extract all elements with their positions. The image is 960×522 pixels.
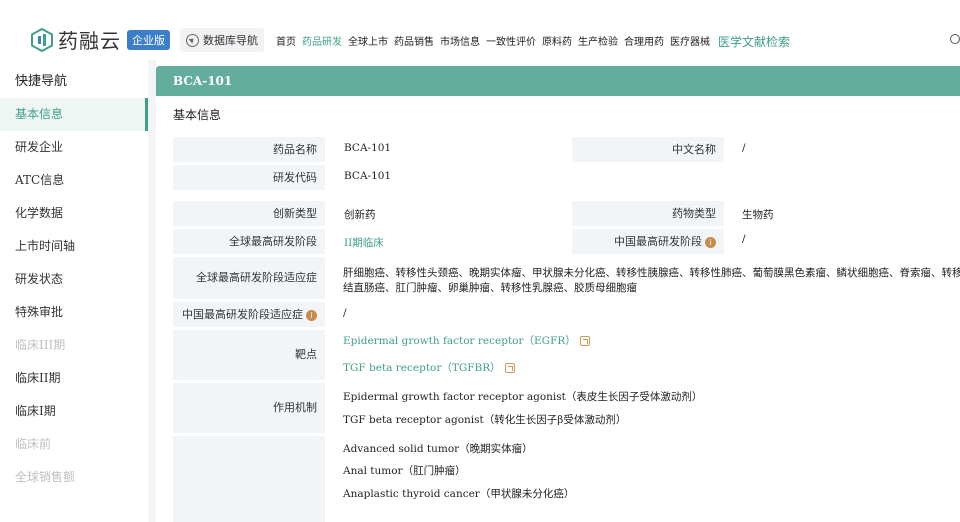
sidebar-item-rd-company[interactable]: 研发企业 [0,131,148,164]
sidebar-item-phase3: 临床III期 [15,338,66,352]
menu-item-consistency[interactable]: 一致性评价 [486,33,536,50]
target-tgfbr-text[interactable]: TGF beta receptor（TGFBR） [343,362,501,374]
global-stage-value[interactable]: II期临床 [338,235,384,250]
sidebar-item-rd-status[interactable]: 研发状态 [0,263,148,296]
sidebar-item-phase2[interactable]: 临床II期 [0,362,148,395]
logo-icon [30,27,54,52]
quick-nav-sidebar: 快捷导航 基本信息 研发企业 ATC信息 化学数据 上市时间轴 研发状态 特殊审… [0,60,148,522]
sidebar-item-basic-info[interactable]: 基本信息 [0,98,148,131]
china-indication-label-text: 中国最高研发阶段适应症 [182,308,303,321]
mechanism-label: 作用机制 [173,383,325,433]
menu-item-rational-use[interactable]: 合理用药 [624,33,664,50]
drug-type-value: 生物药 [742,209,774,221]
indication-item: Anaplastic thyroid cancer（甲状腺未分化癌） [343,488,575,500]
mechanism-egfr: Epidermal growth factor receptor agonist… [343,391,703,403]
database-nav-label: 数据库导航 [203,34,258,47]
sidebar-item-atc[interactable]: ATC信息 [0,164,148,197]
logo-text: 药融云 [58,29,121,53]
sidebar-item-chemistry[interactable]: 化学数据 [0,197,148,230]
cn-name-value: / [742,142,746,154]
sidebar-item-phase1[interactable]: 临床I期 [0,395,148,428]
target-label: 靶点 [173,330,325,380]
enterprise-badge: 企业版 [127,29,170,50]
cn-name-label: 中文名称 [572,137,724,162]
logo[interactable]: 药融云 企业版 [30,25,170,54]
menu-item-production[interactable]: 生产检验 [578,33,618,50]
drug-name-label: 药品名称 [173,137,325,162]
section-title: 基本信息 [173,108,222,122]
target-egfr-text[interactable]: Epidermal growth factor receptor（EGFR） [343,335,576,347]
rd-code-value: BCA-101 [344,170,392,182]
global-indication-line2: 结直肠癌、肛门肿瘤、卵巢肿瘤、转移性乳腺癌、胶质母细胞瘤 [343,282,637,294]
menu-item-drug-sales[interactable]: 药品销售 [394,33,434,50]
global-stage-label: 全球最高研发阶段 [173,229,325,254]
menu-item-market-info[interactable]: 市场信息 [440,33,480,50]
menu-item-global-launch[interactable]: 全球上市 [348,33,388,50]
china-stage-value: / [742,233,746,245]
innovation-type-value: 创新药 [344,209,376,221]
main-content: BCA-101 基本信息 药品名称 BCA-101 中文名称 / 研发代码 BC… [156,60,960,522]
menu-item-devices[interactable]: 医疗器械 [670,33,710,50]
indication-item: Advanced solid tumor（晚期实体瘤） [343,443,533,455]
drug-type-label: 药物类型 [572,201,724,226]
china-stage-label: 中国最高研发阶段 i [572,229,724,254]
china-indication-value: / [343,307,347,319]
sidebar-item-timeline[interactable]: 上市时间轴 [0,230,148,263]
drug-title-bar: BCA-101 [156,66,960,96]
menu-item-literature-search[interactable]: 医学文献检索 [718,33,790,50]
global-indication-label: 全球最高研发阶段适应症 [173,257,325,299]
top-header: 药融云 企业版 数据库导航 首页 药品研发 全球上市 药品销售 市场信息 一致性… [0,0,960,60]
indication-label-cell [173,436,325,522]
database-nav-button[interactable]: 数据库导航 [180,28,264,52]
sidebar-divider [148,60,156,522]
global-indication-line1: 肝细胞癌、转移性头颈癌、晚期实体瘤、甲状腺未分化癌、转移性胰腺癌、转移性肺癌、葡… [343,267,960,279]
indication-item: Anal tumor（肛门肿瘤） [343,465,466,477]
info-icon[interactable]: i [306,309,317,321]
target-egfr[interactable]: Epidermal growth factor receptor（EGFR） [343,333,590,348]
mechanism-tgfbr: TGF beta receptor agonist（转化生长因子β受体激动剂） [343,414,627,426]
external-link-icon[interactable] [504,363,515,373]
sidebar-title: 快捷导航 [15,74,68,89]
menu-item-home[interactable]: 首页 [276,33,296,50]
china-indication-label: 中国最高研发阶段适应症 i [173,302,325,327]
compass-icon [186,33,199,47]
target-tgfbr[interactable]: TGF beta receptor（TGFBR） [343,360,515,375]
china-stage-label-text: 中国最高研发阶段 [614,235,702,248]
menu-item-drug-rd[interactable]: 药品研发 [302,33,342,50]
top-menu: 首页 药品研发 全球上市 药品销售 市场信息 一致性评价 原料药 生产检验 合理… [276,33,796,50]
sidebar-item-preclinical: 临床前 [15,437,52,451]
info-icon[interactable]: i [705,236,716,248]
innovation-type-label: 创新类型 [173,201,325,226]
sidebar-item-global-sales: 全球销售额 [15,470,76,484]
external-link-icon[interactable] [579,336,590,346]
drug-name-value: BCA-101 [344,142,392,154]
menu-item-api[interactable]: 原料药 [542,33,572,50]
rd-code-label: 研发代码 [173,165,325,190]
sidebar-item-special-approval[interactable]: 特殊审批 [0,296,148,329]
search-icon[interactable] [950,34,960,44]
